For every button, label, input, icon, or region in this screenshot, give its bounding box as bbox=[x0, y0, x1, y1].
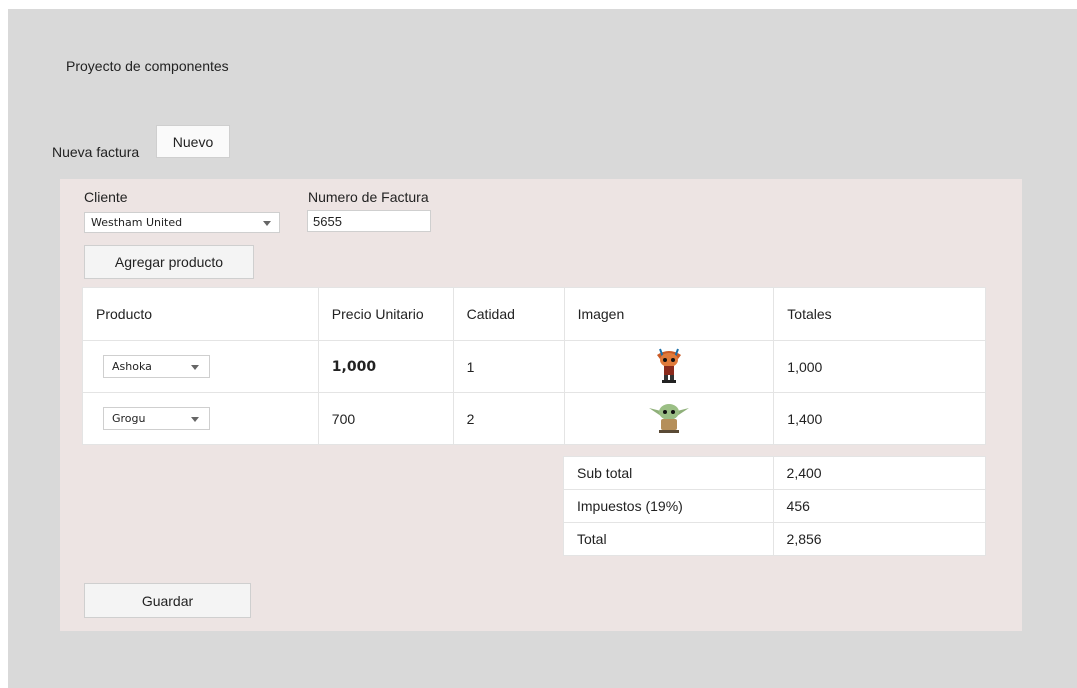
header-producto: Producto bbox=[82, 287, 319, 341]
header-precio: Precio Unitario bbox=[317, 287, 454, 341]
producto-cell: Grogu bbox=[82, 392, 319, 445]
invoice-panel: Cliente Westham United Numero de Factura… bbox=[60, 179, 1022, 631]
total-label: Total bbox=[563, 522, 774, 556]
header-cantidad: Catidad bbox=[452, 287, 565, 341]
subtotal-value: 2,400 bbox=[772, 456, 987, 490]
imagen-cell bbox=[563, 392, 775, 445]
subtotal-row: Sub total 2,400 bbox=[563, 456, 987, 490]
total-row: Total 2,856 bbox=[563, 522, 987, 556]
cantidad-cell: 1 bbox=[452, 340, 565, 393]
cliente-label: Cliente bbox=[84, 189, 128, 205]
numero-factura-input[interactable]: 5655 bbox=[307, 210, 431, 232]
impuestos-value: 456 bbox=[772, 489, 987, 523]
nueva-factura-label: Nueva factura bbox=[52, 144, 140, 160]
funko-grogu-figure-icon bbox=[648, 404, 689, 433]
impuestos-label: Impuestos (19%) bbox=[563, 489, 774, 523]
totals-table: Sub total 2,400 Impuestos (19%) 456 Tota… bbox=[563, 456, 987, 556]
agregar-producto-button[interactable]: Agregar producto bbox=[84, 245, 254, 279]
cliente-select[interactable]: Westham United bbox=[84, 212, 280, 233]
numero-factura-label: Numero de Factura bbox=[308, 189, 429, 205]
producto-select[interactable]: Grogu bbox=[103, 407, 210, 430]
total-cell: 1,000 bbox=[773, 340, 986, 393]
guardar-button[interactable]: Guardar bbox=[84, 583, 251, 618]
chevron-down-icon bbox=[191, 364, 199, 370]
subtotal-label: Sub total bbox=[563, 456, 774, 490]
app-window: Proyecto de componentes Nueva factura Nu… bbox=[8, 9, 1077, 688]
header-imagen: Imagen bbox=[563, 287, 775, 341]
header-totales: Totales bbox=[773, 287, 986, 341]
producto-select-value: Grogu bbox=[112, 412, 146, 425]
chevron-down-icon bbox=[263, 220, 271, 226]
producto-cell: Ashoka bbox=[82, 340, 319, 393]
nuevo-button[interactable]: Nuevo bbox=[156, 125, 230, 158]
app-title: Proyecto de componentes bbox=[66, 58, 229, 74]
table-row: Grogu 700 2 1,400 bbox=[82, 392, 986, 445]
total-value: 2,856 bbox=[772, 522, 987, 556]
impuestos-row: Impuestos (19%) 456 bbox=[563, 489, 987, 523]
precio-cell: 1,000 bbox=[317, 340, 454, 393]
cliente-select-value: Westham United bbox=[91, 216, 183, 229]
products-table: Producto Precio Unitario Catidad Imagen … bbox=[82, 287, 986, 445]
chevron-down-icon bbox=[191, 416, 199, 422]
producto-select-value: Ashoka bbox=[112, 360, 152, 373]
table-row: Ashoka 1,000 1 1,000 bbox=[82, 340, 986, 393]
precio-cell: 700 bbox=[317, 392, 454, 445]
table-header-row: Producto Precio Unitario Catidad Imagen … bbox=[82, 287, 986, 341]
producto-select[interactable]: Ashoka bbox=[103, 355, 210, 378]
total-cell: 1,400 bbox=[773, 392, 986, 445]
funko-ahsoka-figure-icon bbox=[656, 348, 681, 383]
cantidad-cell: 2 bbox=[452, 392, 565, 445]
imagen-cell bbox=[563, 340, 775, 393]
